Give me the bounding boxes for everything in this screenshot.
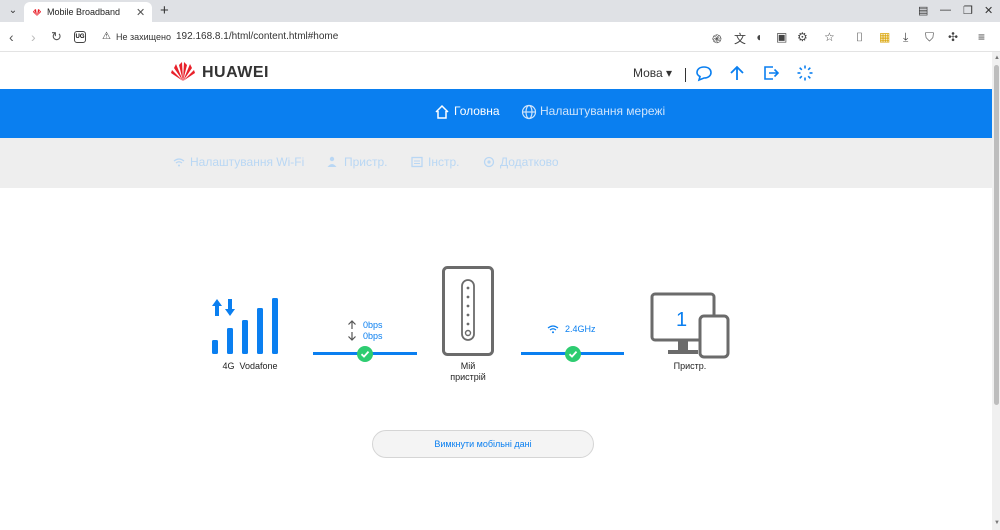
my-device-label[interactable]: Мій пристрій (430, 361, 506, 383)
download-speed: 0bps (363, 331, 383, 341)
tab-title: Mobile Broadband (47, 7, 121, 17)
upload-speed: 0bps (363, 320, 383, 330)
wifi-icon (173, 158, 185, 167)
browser-toolbar: ‹ › ↻ UG ⚠ Не захищено 192.168.8.1/html/… (0, 22, 1000, 52)
close-tab-icon[interactable]: ✕ (136, 6, 145, 19)
header-divider (685, 68, 686, 82)
devices-label[interactable]: Пристр. (660, 361, 720, 371)
back-icon[interactable]: ‹ (9, 29, 14, 45)
huawei-favicon-icon (33, 9, 41, 16)
tab-advanced[interactable]: Додатково (500, 155, 559, 169)
minimize-icon[interactable]: — (940, 4, 951, 16)
signal-strength-icon (212, 298, 278, 354)
favorite-icon[interactable]: ☆ (824, 30, 835, 44)
connected-device-count[interactable]: 1 (676, 309, 687, 332)
menu-icon[interactable]: ≡ (978, 30, 985, 44)
chevron-down-icon[interactable]: ⌄ (6, 4, 20, 18)
scroll-up-icon[interactable]: ▲ (994, 55, 1000, 61)
restore-icon[interactable]: ❐ (963, 4, 973, 17)
network-type: 4G (222, 361, 235, 371)
my-device-label-line1: Мій (460, 361, 476, 371)
read-aloud-icon[interactable]: ◖ (755, 30, 762, 44)
notes-icon[interactable]: ▦ (879, 30, 890, 44)
language-select[interactable]: Мова ▾ (633, 66, 672, 80)
shield-icon[interactable]: ⛉ (925, 30, 934, 45)
home-status-panel: 4G Vodafone 0bps 0bps Мій пристрій 2.4GH… (0, 188, 992, 530)
tools-icon (411, 156, 423, 168)
tab-tools[interactable]: Інстр. (428, 155, 459, 169)
warning-icon[interactable]: ⚠ (102, 31, 111, 42)
reader-icon[interactable]: ▣ (776, 30, 787, 44)
screenshot-icon[interactable]: ⌷ (856, 30, 863, 45)
translate-icon[interactable]: 文 (734, 30, 746, 47)
brand-name: HUAWEI (202, 64, 269, 81)
url-field[interactable]: 192.168.8.1/html/content.html#home (176, 31, 338, 42)
download-icon[interactable]: ⤓ (903, 30, 908, 45)
download-arrow-icon (348, 332, 356, 341)
home-icon (435, 104, 449, 119)
scroll-down-icon[interactable]: ▼ (994, 520, 1000, 526)
network-operator-label: 4G Vodafone (214, 361, 286, 371)
extension-icon[interactable]: ⚙ (797, 30, 808, 44)
language-label: Мова (633, 66, 663, 80)
reload-icon[interactable]: ↻ (51, 29, 62, 45)
browser-tab[interactable]: Mobile Broadband ✕ (24, 2, 152, 22)
scrollbar-thumb[interactable] (994, 65, 999, 405)
tab-network-settings[interactable]: Налаштування мережі (540, 104, 665, 118)
puzzle-icon[interactable]: ✣ (948, 30, 958, 44)
sub-navigation: Налаштування Wi-Fi Пристр. Інстр. Додатк… (0, 138, 992, 188)
toggle-mobile-data-button[interactable]: Вимкнути мобільні дані (372, 430, 594, 458)
connected-devices-icon[interactable] (650, 292, 730, 360)
wifi-band-icon (547, 325, 559, 334)
advanced-icon (483, 156, 495, 168)
update-arrow-icon[interactable] (728, 64, 746, 82)
close-window-icon[interactable]: ✕ (984, 4, 993, 17)
main-navigation: Головна Налаштування мережі (0, 89, 992, 138)
message-icon[interactable] (695, 64, 713, 82)
my-device-label-line2: пристрій (450, 372, 486, 382)
fingerprint-icon[interactable]: ֎ (712, 30, 722, 47)
upload-arrow-icon (348, 320, 356, 329)
globe-icon (521, 104, 537, 120)
tab-devices[interactable]: Пристр. (344, 155, 388, 169)
tab-home[interactable]: Головна (454, 104, 500, 118)
router-device-icon (442, 266, 494, 356)
router-header: HUAWEI Мова ▾ (0, 52, 992, 89)
new-tab-button[interactable]: + (160, 2, 169, 19)
devices-icon (327, 156, 337, 167)
ug-badge-icon[interactable]: UG (74, 31, 86, 43)
wan-connected-check-icon (357, 346, 373, 362)
tab-search-icon[interactable]: ▤ (918, 4, 928, 17)
browser-tabbar: ⌄ Mobile Broadband ✕ + ▤ — ❐ ✕ (0, 0, 1000, 22)
operator-name: Vodafone (239, 361, 278, 371)
logout-icon[interactable] (762, 64, 780, 82)
tab-wifi-settings[interactable]: Налаштування Wi-Fi (190, 155, 304, 169)
loading-icon[interactable] (796, 64, 814, 82)
forward-icon[interactable]: › (31, 29, 36, 45)
huawei-logo-icon (171, 62, 195, 81)
wifi-band: 2.4GHz (565, 324, 596, 334)
wifi-connected-check-icon (565, 346, 581, 362)
security-label[interactable]: Не захищено (116, 32, 171, 42)
